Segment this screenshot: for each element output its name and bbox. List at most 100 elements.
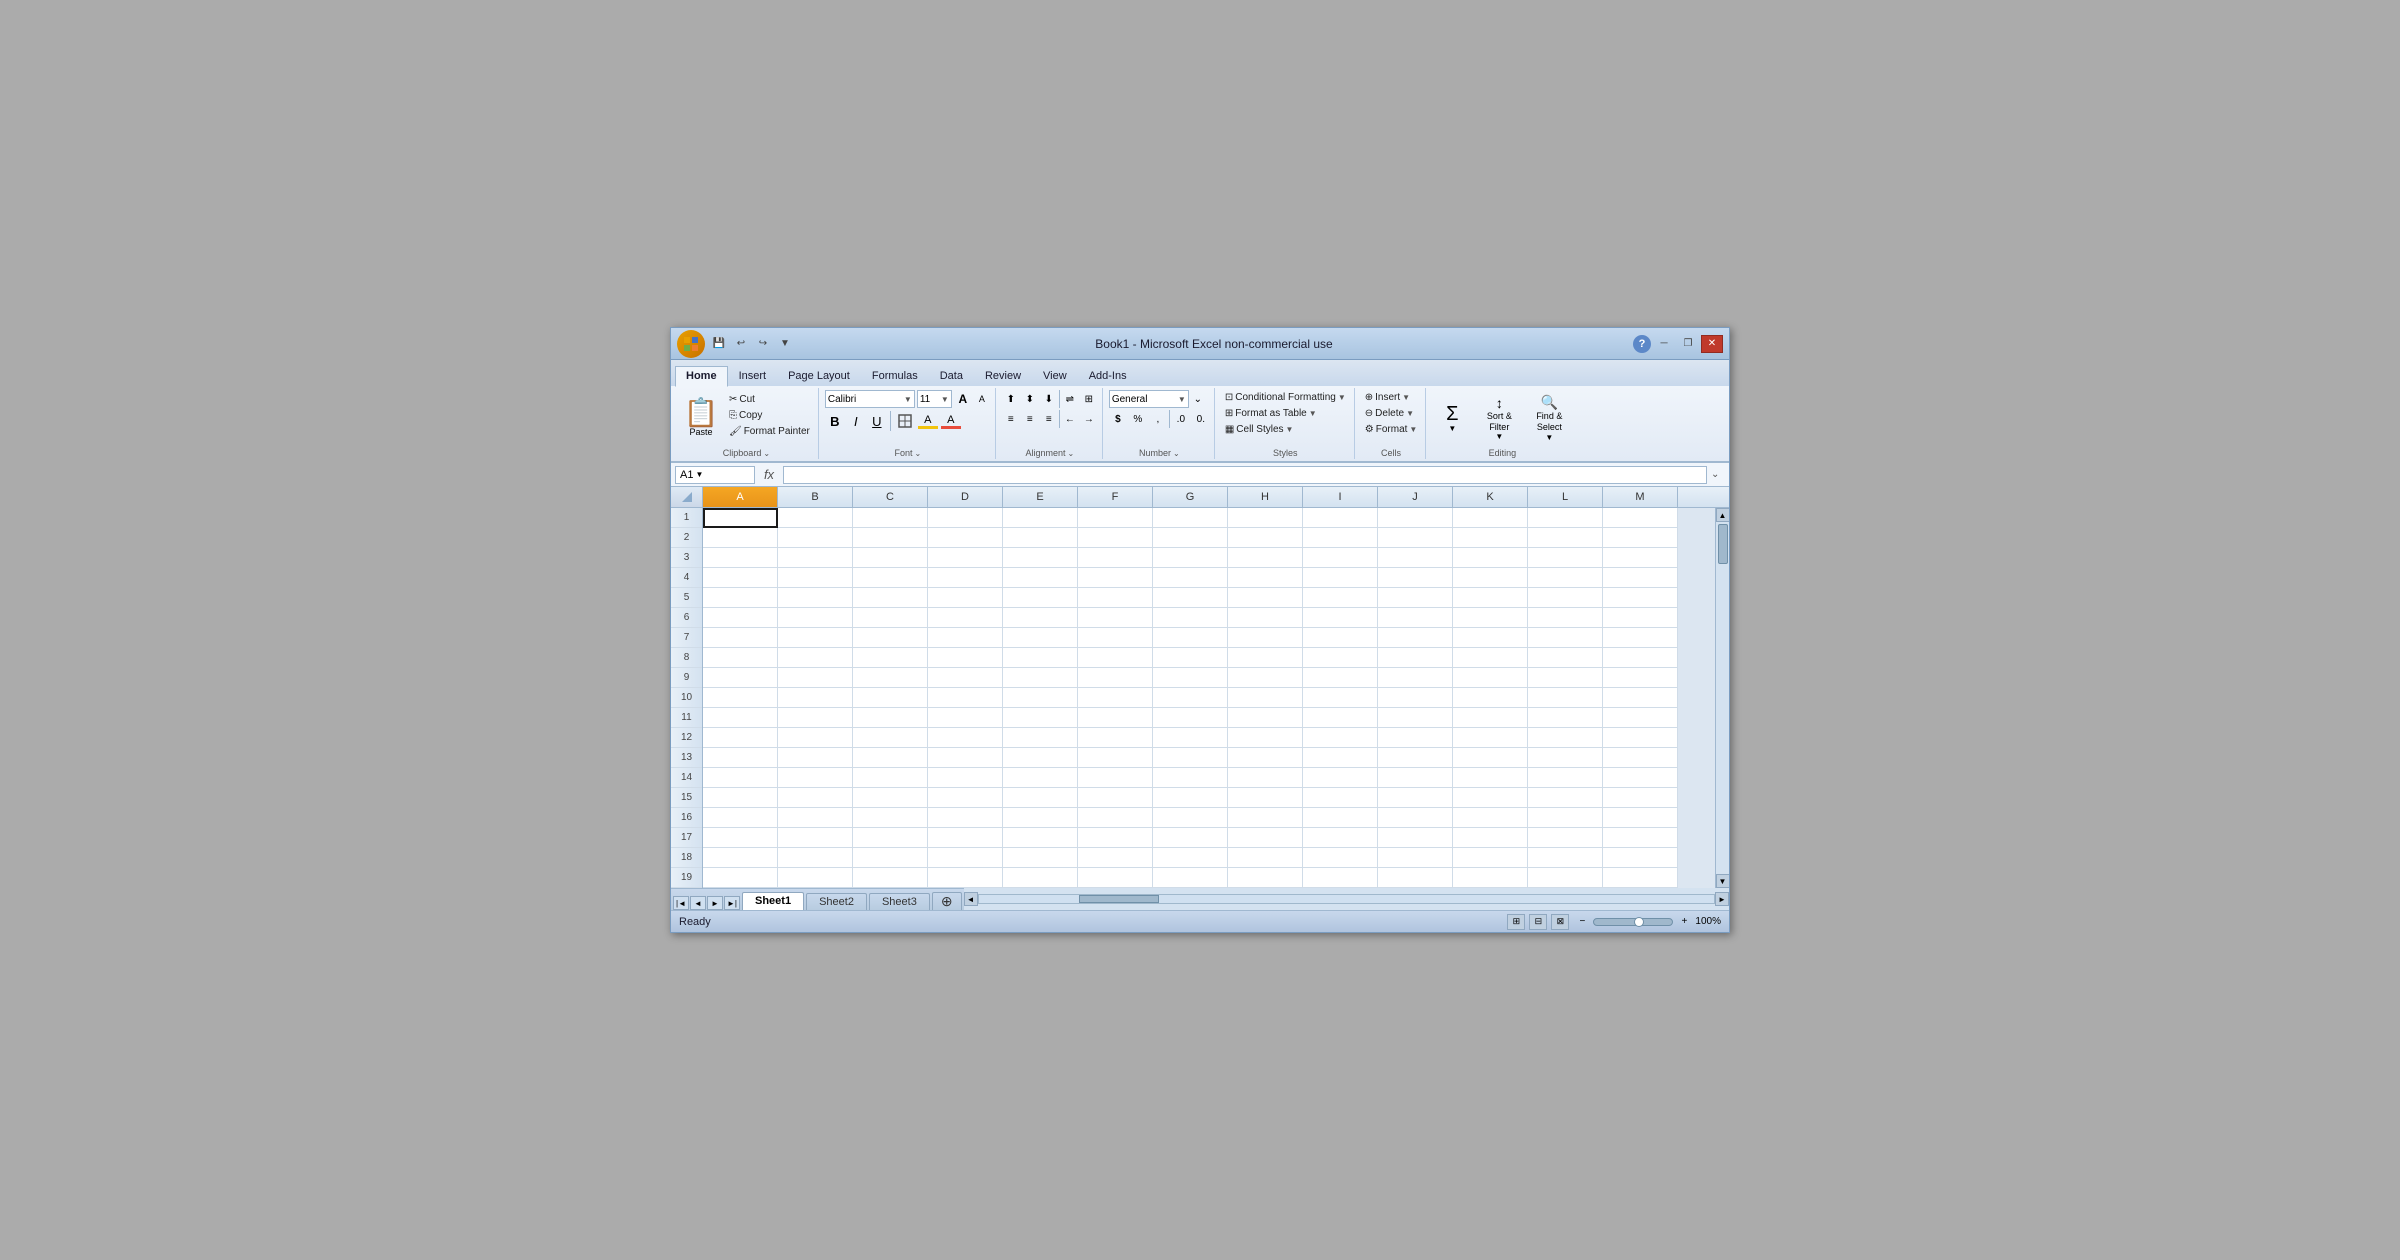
cell-K4[interactable]: [1453, 568, 1528, 588]
cell-A18[interactable]: [703, 848, 778, 868]
col-header-A[interactable]: A: [703, 487, 778, 507]
close-button[interactable]: ✕: [1701, 335, 1723, 353]
cell-A6[interactable]: [703, 608, 778, 628]
cell-F18[interactable]: [1078, 848, 1153, 868]
cell-L15[interactable]: [1528, 788, 1603, 808]
cell-I6[interactable]: [1303, 608, 1378, 628]
cell-D9[interactable]: [928, 668, 1003, 688]
format-cells-button[interactable]: ⚙ Format ▼: [1361, 422, 1422, 437]
cell-H3[interactable]: [1228, 548, 1303, 568]
font-color-button[interactable]: A: [940, 411, 962, 431]
tab-review[interactable]: Review: [974, 366, 1032, 386]
format-painter-button[interactable]: 🖌 Format Painter: [725, 424, 814, 439]
cell-H17[interactable]: [1228, 828, 1303, 848]
decrease-indent-btn[interactable]: ←: [1061, 410, 1079, 428]
cell-L4[interactable]: [1528, 568, 1603, 588]
cell-B17[interactable]: [778, 828, 853, 848]
cell-G17[interactable]: [1153, 828, 1228, 848]
h-scroll-thumb[interactable]: [1079, 895, 1159, 903]
cell-A13[interactable]: [703, 748, 778, 768]
col-header-G[interactable]: G: [1153, 487, 1228, 507]
cell-D2[interactable]: [928, 528, 1003, 548]
prev-sheet-btn[interactable]: ◄: [690, 896, 706, 910]
cell-F10[interactable]: [1078, 688, 1153, 708]
cell-G7[interactable]: [1153, 628, 1228, 648]
cell-E8[interactable]: [1003, 648, 1078, 668]
cell-B12[interactable]: [778, 728, 853, 748]
cell-G18[interactable]: [1153, 848, 1228, 868]
number-expand-btn[interactable]: ⌄: [1189, 390, 1207, 408]
cell-A4[interactable]: [703, 568, 778, 588]
cell-I17[interactable]: [1303, 828, 1378, 848]
cell-K17[interactable]: [1453, 828, 1528, 848]
cell-A7[interactable]: [703, 628, 778, 648]
font-name-selector[interactable]: Calibri ▼: [825, 390, 915, 408]
bold-button[interactable]: B: [825, 411, 845, 431]
col-header-H[interactable]: H: [1228, 487, 1303, 507]
next-sheet-btn[interactable]: ►: [707, 896, 723, 910]
col-header-L[interactable]: L: [1528, 487, 1603, 507]
row-num-5[interactable]: 5: [671, 588, 702, 608]
align-middle-btn[interactable]: ⬍: [1021, 390, 1039, 408]
decrease-decimal-btn[interactable]: 0.: [1192, 410, 1210, 428]
cell-E3[interactable]: [1003, 548, 1078, 568]
italic-button[interactable]: I: [846, 411, 866, 431]
cell-J13[interactable]: [1378, 748, 1453, 768]
cell-M16[interactable]: [1603, 808, 1678, 828]
col-header-C[interactable]: C: [853, 487, 928, 507]
cell-G12[interactable]: [1153, 728, 1228, 748]
cell-D5[interactable]: [928, 588, 1003, 608]
cell-M4[interactable]: [1603, 568, 1678, 588]
paste-button[interactable]: 📋 Paste: [679, 390, 723, 446]
cell-I15[interactable]: [1303, 788, 1378, 808]
save-quick-btn[interactable]: 💾: [709, 334, 729, 354]
wrap-text-btn[interactable]: ⇌: [1061, 390, 1079, 408]
cell-C11[interactable]: [853, 708, 928, 728]
cell-H11[interactable]: [1228, 708, 1303, 728]
cell-B3[interactable]: [778, 548, 853, 568]
cell-C13[interactable]: [853, 748, 928, 768]
cell-L3[interactable]: [1528, 548, 1603, 568]
cell-B9[interactable]: [778, 668, 853, 688]
cell-D10[interactable]: [928, 688, 1003, 708]
cell-G9[interactable]: [1153, 668, 1228, 688]
cell-C6[interactable]: [853, 608, 928, 628]
cell-E14[interactable]: [1003, 768, 1078, 788]
cell-B10[interactable]: [778, 688, 853, 708]
cell-E16[interactable]: [1003, 808, 1078, 828]
cell-H16[interactable]: [1228, 808, 1303, 828]
cell-C19[interactable]: [853, 868, 928, 888]
cell-K12[interactable]: [1453, 728, 1528, 748]
cell-K14[interactable]: [1453, 768, 1528, 788]
office-button[interactable]: [677, 330, 705, 358]
cell-A2[interactable]: [703, 528, 778, 548]
scroll-thumb[interactable]: [1718, 524, 1728, 564]
cell-M1[interactable]: [1603, 508, 1678, 528]
cell-I5[interactable]: [1303, 588, 1378, 608]
scroll-down-btn[interactable]: ▼: [1716, 874, 1730, 888]
align-left-btn[interactable]: ≡: [1002, 410, 1020, 428]
col-header-I[interactable]: I: [1303, 487, 1378, 507]
cell-F1[interactable]: [1078, 508, 1153, 528]
cell-J1[interactable]: [1378, 508, 1453, 528]
cell-I8[interactable]: [1303, 648, 1378, 668]
cell-C18[interactable]: [853, 848, 928, 868]
normal-view-btn[interactable]: ⊞: [1507, 914, 1525, 930]
cell-H5[interactable]: [1228, 588, 1303, 608]
cell-F9[interactable]: [1078, 668, 1153, 688]
cell-J5[interactable]: [1378, 588, 1453, 608]
cell-I18[interactable]: [1303, 848, 1378, 868]
cell-J15[interactable]: [1378, 788, 1453, 808]
cell-J9[interactable]: [1378, 668, 1453, 688]
cell-A11[interactable]: [703, 708, 778, 728]
cell-A8[interactable]: [703, 648, 778, 668]
scroll-up-btn[interactable]: ▲: [1716, 508, 1730, 522]
cell-A15[interactable]: [703, 788, 778, 808]
cell-A9[interactable]: [703, 668, 778, 688]
cell-F11[interactable]: [1078, 708, 1153, 728]
cell-C7[interactable]: [853, 628, 928, 648]
row-num-1[interactable]: 1: [671, 508, 702, 528]
cell-K15[interactable]: [1453, 788, 1528, 808]
cell-H4[interactable]: [1228, 568, 1303, 588]
cell-G3[interactable]: [1153, 548, 1228, 568]
